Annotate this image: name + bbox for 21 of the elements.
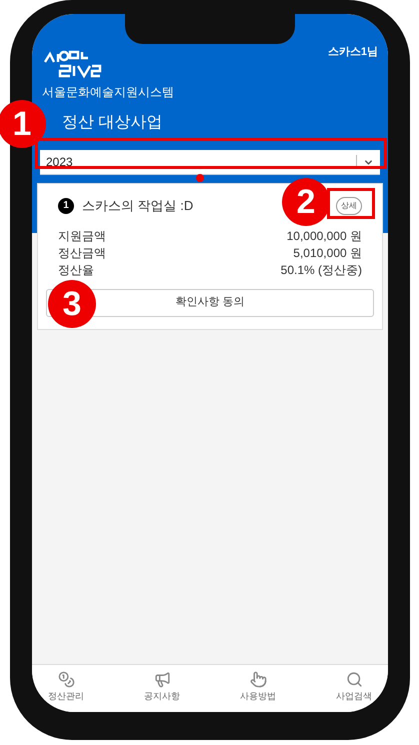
nav-tab[interactable]: 공지사항 [144,671,180,712]
row-value: 5,010,000 원 [293,244,362,262]
page-title: 정산 대상사업 [62,113,162,133]
touch-icon [250,671,266,688]
number-badge: 1 [58,198,74,214]
megaphone-icon [154,671,170,688]
row-label: 지원금액 [58,228,106,244]
row-label: 정산율 [58,262,94,278]
row-label: 정산금액 [58,244,106,262]
nav-tab[interactable]: 정산관리 [48,671,84,712]
system-name: 서울문화예술지원시스템 [42,84,174,101]
detail-button[interactable]: 상세 [336,196,362,215]
row-value: 50.1% (정산중) [280,262,362,278]
nav-tab[interactable]: 사업검색 [336,671,372,712]
user-name: 스카스1님 [328,45,378,60]
row-value: 10,000,000 원 [286,228,362,244]
coins-icon [58,671,74,688]
logo-drawing [42,48,102,80]
project-name: 스카스의 작업실 :D [82,197,194,215]
search-icon [346,671,362,688]
nav-tab[interactable]: 사용방법 [240,671,276,712]
